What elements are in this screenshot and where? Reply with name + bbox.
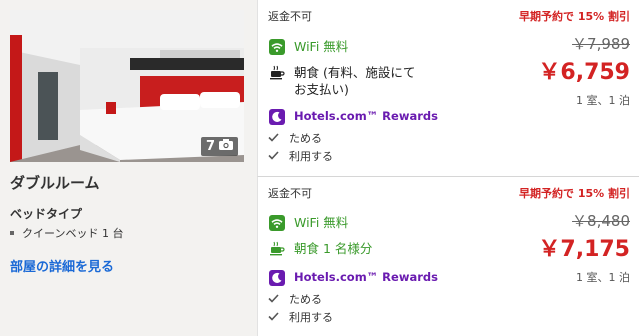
refund-policy: 返金不可 bbox=[268, 10, 312, 23]
breakfast-amenity: 朝食 (有料、施設にて お支払い) bbox=[268, 64, 415, 98]
rewards-use: 利用する bbox=[268, 148, 333, 164]
rewards-use-label: 利用する bbox=[289, 311, 333, 324]
breakfast-label: 朝食 1 名様分 bbox=[294, 241, 373, 256]
moon-icon bbox=[268, 269, 286, 287]
rewards-earn: ためる bbox=[268, 291, 322, 307]
bed-type-item: クイーンベッド 1 台 bbox=[10, 225, 123, 241]
check-icon bbox=[268, 150, 279, 163]
rewards-use-label: 利用する bbox=[289, 150, 333, 163]
check-icon bbox=[268, 293, 279, 306]
bed-type-label: クイーンベッド 1 台 bbox=[22, 227, 124, 240]
camera-icon bbox=[219, 139, 233, 154]
current-price[interactable]: ￥7,175 bbox=[519, 231, 630, 263]
promo-badge: 早期予約で 15% 割引 bbox=[519, 187, 630, 200]
rewards-amenity: Hotels.com™ Rewards bbox=[268, 269, 438, 287]
price-unit: 1 室、1 泊 bbox=[576, 94, 630, 107]
photo-count: 7 bbox=[205, 139, 215, 154]
rewards-label: Hotels.com™ Rewards bbox=[294, 109, 438, 123]
check-icon bbox=[268, 132, 279, 145]
check-icon bbox=[268, 311, 279, 324]
rewards-label: Hotels.com™ Rewards bbox=[294, 270, 438, 284]
breakfast-amenity: 朝食 1 名様分 bbox=[268, 240, 372, 258]
wifi-amenity: WiFi 無料 bbox=[268, 38, 348, 56]
rewards-amenity: Hotels.com™ Rewards bbox=[268, 108, 438, 126]
price-block: 早期予約で 15% 割引 ￥7,989 ￥6,759 1 室、1 泊 bbox=[519, 8, 630, 108]
room-name: ダブルルーム bbox=[10, 174, 100, 192]
price-unit: 1 室、1 泊 bbox=[576, 271, 630, 284]
room-details-link[interactable]: 部屋の詳細を見る bbox=[10, 256, 114, 275]
breakfast-label: 朝食 (有料、施設にて お支払い) bbox=[294, 65, 416, 97]
wifi-label: WiFi 無料 bbox=[294, 39, 349, 54]
promo-badge: 早期予約で 15% 割引 bbox=[519, 10, 630, 23]
photo-count-badge[interactable]: 7 bbox=[200, 137, 238, 156]
room-card: 7 ダブルルーム ベッドタイプ クイーンベッド 1 台 部屋の詳細を見る bbox=[0, 0, 257, 336]
rewards-earn-label: ためる bbox=[289, 132, 322, 145]
bed-type-title: ベッドタイプ bbox=[10, 207, 83, 221]
original-price: ￥8,480 bbox=[572, 212, 630, 230]
rewards-use: 利用する bbox=[268, 309, 333, 325]
refund-policy: 返金不可 bbox=[268, 187, 312, 200]
rate-option[interactable]: 返金不可 WiFi 無料 朝食 1 名様分 Hotels.com™ Reward… bbox=[257, 177, 639, 336]
wifi-icon bbox=[268, 38, 286, 56]
wifi-amenity: WiFi 無料 bbox=[268, 214, 348, 232]
cup-icon bbox=[268, 240, 286, 258]
original-price: ￥7,989 bbox=[572, 35, 630, 53]
rewards-earn-label: ためる bbox=[289, 293, 322, 306]
price-block: 早期予約で 15% 割引 ￥8,480 ￥7,175 1 室、1 泊 bbox=[519, 185, 630, 285]
wifi-label: WiFi 無料 bbox=[294, 215, 349, 230]
moon-icon bbox=[268, 108, 286, 126]
rewards-earn: ためる bbox=[268, 130, 322, 146]
wifi-icon bbox=[268, 214, 286, 232]
bullet-icon bbox=[10, 231, 14, 235]
current-price[interactable]: ￥6,759 bbox=[519, 54, 630, 86]
rate-option[interactable]: 返金不可 WiFi 無料 朝食 (有料、施設にて お支払い) Hotels.co… bbox=[257, 0, 639, 177]
room-photo[interactable]: 7 bbox=[10, 10, 244, 162]
cup-icon bbox=[268, 64, 286, 82]
